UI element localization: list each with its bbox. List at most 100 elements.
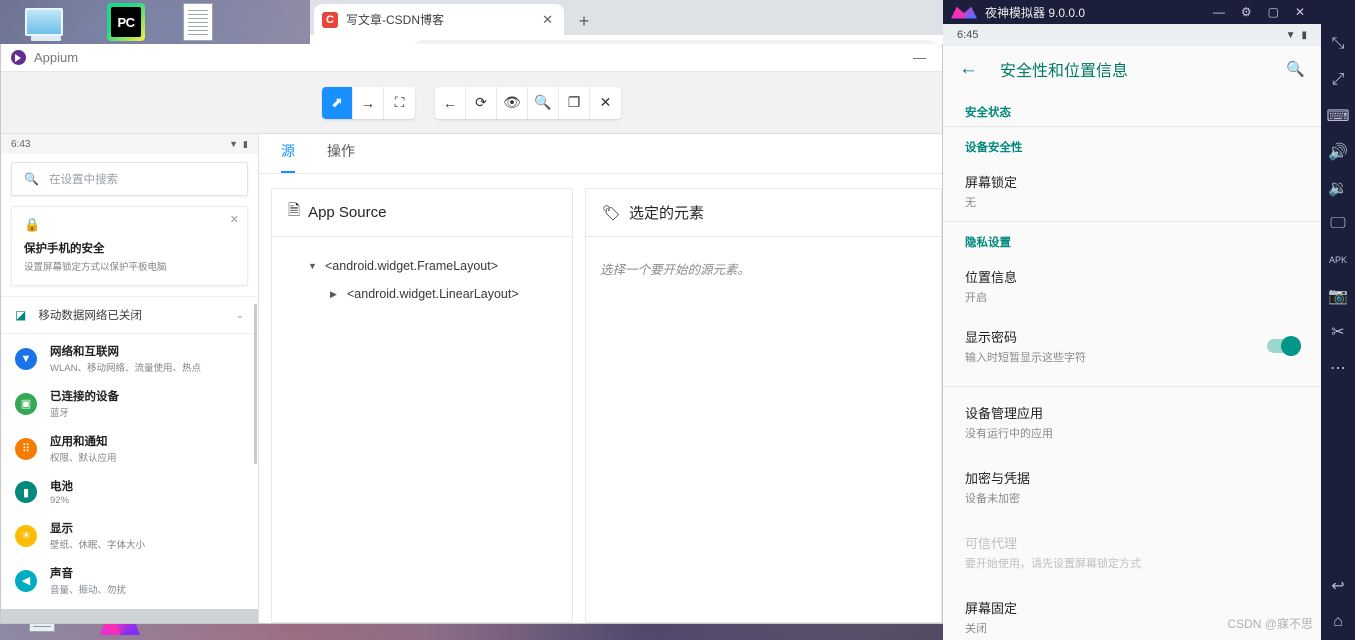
inspector-mode-group: ⬈ → ⛶ bbox=[322, 86, 415, 119]
item-title: 屏幕锁定 bbox=[965, 175, 1018, 190]
list-item-show-password[interactable]: 显示密码 输入时短暂显示这些字符 bbox=[943, 316, 1321, 376]
security-suggestion-card[interactable]: ✕ 🔒 保护手机的安全 设置屏幕锁定方式以保护平板电脑 bbox=[11, 206, 248, 286]
my-computer-icon bbox=[22, 2, 66, 42]
caret-expanded-icon[interactable]: ▼ bbox=[308, 261, 318, 271]
apps-icon: ⠿ bbox=[15, 437, 37, 460]
appium-toolbar: ⬈ → ⛶ ← ⟳ 👁 🔍 ❐ ✕ bbox=[1, 72, 942, 134]
item-subtitle: 无 bbox=[965, 197, 976, 209]
selected-element-title: 选定的元素 bbox=[629, 205, 705, 222]
settings-item-sound[interactable]: ◀ 声音 音量、振动、勿扰 bbox=[1, 558, 258, 603]
android-home-icon[interactable]: ⌂ bbox=[1321, 604, 1355, 640]
settings-item-network[interactable]: ▼ 网络和互联网 WLAN、移动网络、流量使用、热点 bbox=[1, 336, 258, 381]
volume-down-icon[interactable]: 🔉 bbox=[1321, 170, 1355, 206]
minimize-button[interactable]: — bbox=[1213, 5, 1225, 19]
selected-element-card: 🏷 选定的元素 选择一个要开始的源元素。 bbox=[585, 188, 942, 623]
scissors-icon[interactable]: ✂ bbox=[1321, 314, 1355, 350]
chevron-down-icon[interactable]: ⌄ bbox=[236, 310, 244, 321]
item-title: 显示密码 bbox=[965, 330, 1018, 345]
settings-item-connected-devices[interactable]: ▣ 已连接的设备 蓝牙 bbox=[1, 381, 258, 426]
swipe-button[interactable]: → bbox=[353, 86, 384, 119]
android-status-bar: 6:43 ▼ ▮ bbox=[1, 134, 258, 154]
android-status-bar: 6:45 ▼ ▮ bbox=[943, 24, 1321, 46]
tap-by-coordinates-button[interactable]: ⛶ bbox=[384, 86, 415, 119]
volume-up-icon[interactable]: 🔊 bbox=[1321, 134, 1355, 170]
new-tab-button[interactable]: + bbox=[572, 9, 596, 33]
search-icon: 🔍 bbox=[24, 172, 39, 186]
battery-icon: ▮ bbox=[1301, 29, 1307, 41]
display-icon: ☀ bbox=[15, 524, 37, 547]
list-item-device-admin-apps[interactable]: 设备管理应用 没有运行中的应用 bbox=[943, 387, 1321, 452]
device-bottom-bar bbox=[1, 609, 258, 623]
maximize-button[interactable]: ▢ bbox=[1268, 5, 1279, 19]
tree-node-label: <android.widget.FrameLayout> bbox=[325, 259, 499, 273]
android-app-bar: ← 安全性和位置信息 🔍 bbox=[943, 46, 1321, 92]
appium-window-title: Appium bbox=[34, 50, 79, 65]
tab-actions[interactable]: 操作 bbox=[327, 141, 355, 173]
app-source-tree: ▼ <android.widget.FrameLayout> ▶ <androi… bbox=[272, 237, 572, 622]
tag-icon: 🏷 bbox=[602, 204, 622, 222]
nox-logo-icon bbox=[951, 6, 977, 19]
status-time: 6:43 bbox=[11, 138, 31, 150]
screenshot-icon[interactable]: 📷 bbox=[1321, 278, 1355, 314]
item-subtitle: 没有运行中的应用 bbox=[965, 428, 1053, 440]
text-document-icon bbox=[176, 2, 220, 42]
tree-node-framelayout[interactable]: ▼ <android.widget.FrameLayout> bbox=[286, 259, 558, 273]
quit-session-button[interactable]: ✕ bbox=[590, 86, 621, 119]
settings-item-subtitle: WLAN、移动网络、流量使用、热点 bbox=[50, 363, 201, 374]
tree-node-linearlayout[interactable]: ▶ <android.widget.LinearLayout> bbox=[286, 287, 558, 301]
show-password-toggle[interactable] bbox=[1267, 336, 1301, 356]
fullscreen-icon[interactable]: ⤢ bbox=[1321, 62, 1355, 98]
close-icon[interactable]: ✕ bbox=[230, 213, 239, 226]
settings-item-apps[interactable]: ⠿ 应用和通知 权限、默认应用 bbox=[1, 426, 258, 471]
copy-source-button[interactable]: ❐ bbox=[559, 86, 590, 119]
refresh-source-button[interactable]: ⟳ bbox=[466, 86, 497, 119]
minimize-button[interactable]: — bbox=[907, 50, 932, 65]
settings-item-title: 显示 bbox=[50, 523, 73, 535]
back-arrow-icon[interactable]: ← bbox=[959, 58, 978, 80]
list-item-encryption-credentials[interactable]: 加密与凭据 设备未加密 bbox=[943, 452, 1321, 517]
signal-off-icon: ◪ bbox=[15, 308, 27, 322]
pycharm-icon: PC bbox=[104, 2, 148, 42]
nox-android-screen[interactable]: 6:45 ▼ ▮ ← 安全性和位置信息 🔍 安全状态 设备安全性 屏幕锁定 无 bbox=[943, 24, 1321, 640]
select-element-button[interactable]: ⬈ bbox=[322, 86, 353, 119]
settings-search-input[interactable]: 🔍 在设置中搜索 bbox=[11, 162, 248, 196]
browser-tab[interactable]: C 写文章-CSDN博客 ✕ bbox=[314, 4, 564, 35]
settings-item-subtitle: 壁纸、休眠、字体大小 bbox=[50, 540, 146, 551]
search-icon[interactable]: 🔍 bbox=[1286, 60, 1305, 78]
settings-item-battery[interactable]: ▮ 电池 92% bbox=[1, 471, 258, 513]
more-options-icon[interactable]: ⋯ bbox=[1321, 350, 1355, 386]
lock-icon: 🔒 bbox=[24, 217, 41, 232]
android-back-icon[interactable]: ↩ bbox=[1321, 568, 1355, 604]
settings-item-subtitle: 92% bbox=[50, 495, 70, 506]
close-icon[interactable]: ✕ bbox=[539, 12, 556, 28]
list-item-location[interactable]: 位置信息 开启 bbox=[943, 256, 1321, 316]
appium-inspector-window: Appium — ⬈ → ⛶ ← ⟳ 👁 🔍 ❐ ✕ 6:43 ▼ ▮ 🔍 在设… bbox=[0, 44, 943, 624]
tree-node-label: <android.widget.LinearLayout> bbox=[347, 287, 519, 301]
collapse-button[interactable]: ⤡ bbox=[1321, 26, 1355, 62]
item-subtitle: 开启 bbox=[965, 292, 987, 304]
status-time: 6:45 bbox=[957, 29, 979, 41]
toggle-visible-button[interactable]: 👁 bbox=[497, 86, 528, 119]
network-icon: ▼ bbox=[15, 347, 37, 370]
inspector-actions-group: ← ⟳ 👁 🔍 ❐ ✕ bbox=[435, 86, 621, 119]
keyboard-icon[interactable]: ⌨ bbox=[1321, 98, 1355, 134]
app-source-header: 🗎 App Source bbox=[272, 189, 572, 237]
nox-titlebar: 夜神模拟器 9.0.0.0 — ⚙ ▢ ✕ bbox=[943, 0, 1355, 24]
settings-item-display[interactable]: ☀ 显示 壁纸、休眠、字体大小 bbox=[1, 513, 258, 558]
app-source-title: App Source bbox=[308, 204, 387, 221]
list-item-screen-lock[interactable]: 屏幕锁定 无 bbox=[943, 161, 1321, 221]
device-scrollbar[interactable] bbox=[254, 304, 257, 464]
device-screen-mirror[interactable]: 6:43 ▼ ▮ 🔍 在设置中搜索 ✕ 🔒 保护手机的安全 设置屏幕锁定方式以保… bbox=[1, 134, 259, 623]
back-button[interactable]: ← bbox=[435, 86, 466, 119]
settings-list: ▼ 网络和互联网 WLAN、移动网络、流量使用、热点 ▣ 已连接的设备 蓝牙 ⠿… bbox=[1, 334, 258, 623]
screen-icon[interactable]: 🖵 bbox=[1321, 206, 1355, 242]
install-apk-icon[interactable]: APK bbox=[1321, 242, 1355, 278]
search-element-button[interactable]: 🔍 bbox=[528, 86, 559, 119]
settings-gear-button[interactable]: ⚙ bbox=[1241, 5, 1252, 19]
close-button[interactable]: ✕ bbox=[1295, 5, 1305, 19]
page-title: 安全性和位置信息 bbox=[1000, 63, 1129, 80]
tab-source[interactable]: 源 bbox=[281, 141, 295, 173]
mobile-data-row[interactable]: ◪ 移动数据网络已关闭 ⌄ bbox=[1, 296, 258, 334]
section-header-security-status: 安全状态 bbox=[965, 107, 1011, 119]
caret-collapsed-icon[interactable]: ▶ bbox=[330, 289, 340, 300]
